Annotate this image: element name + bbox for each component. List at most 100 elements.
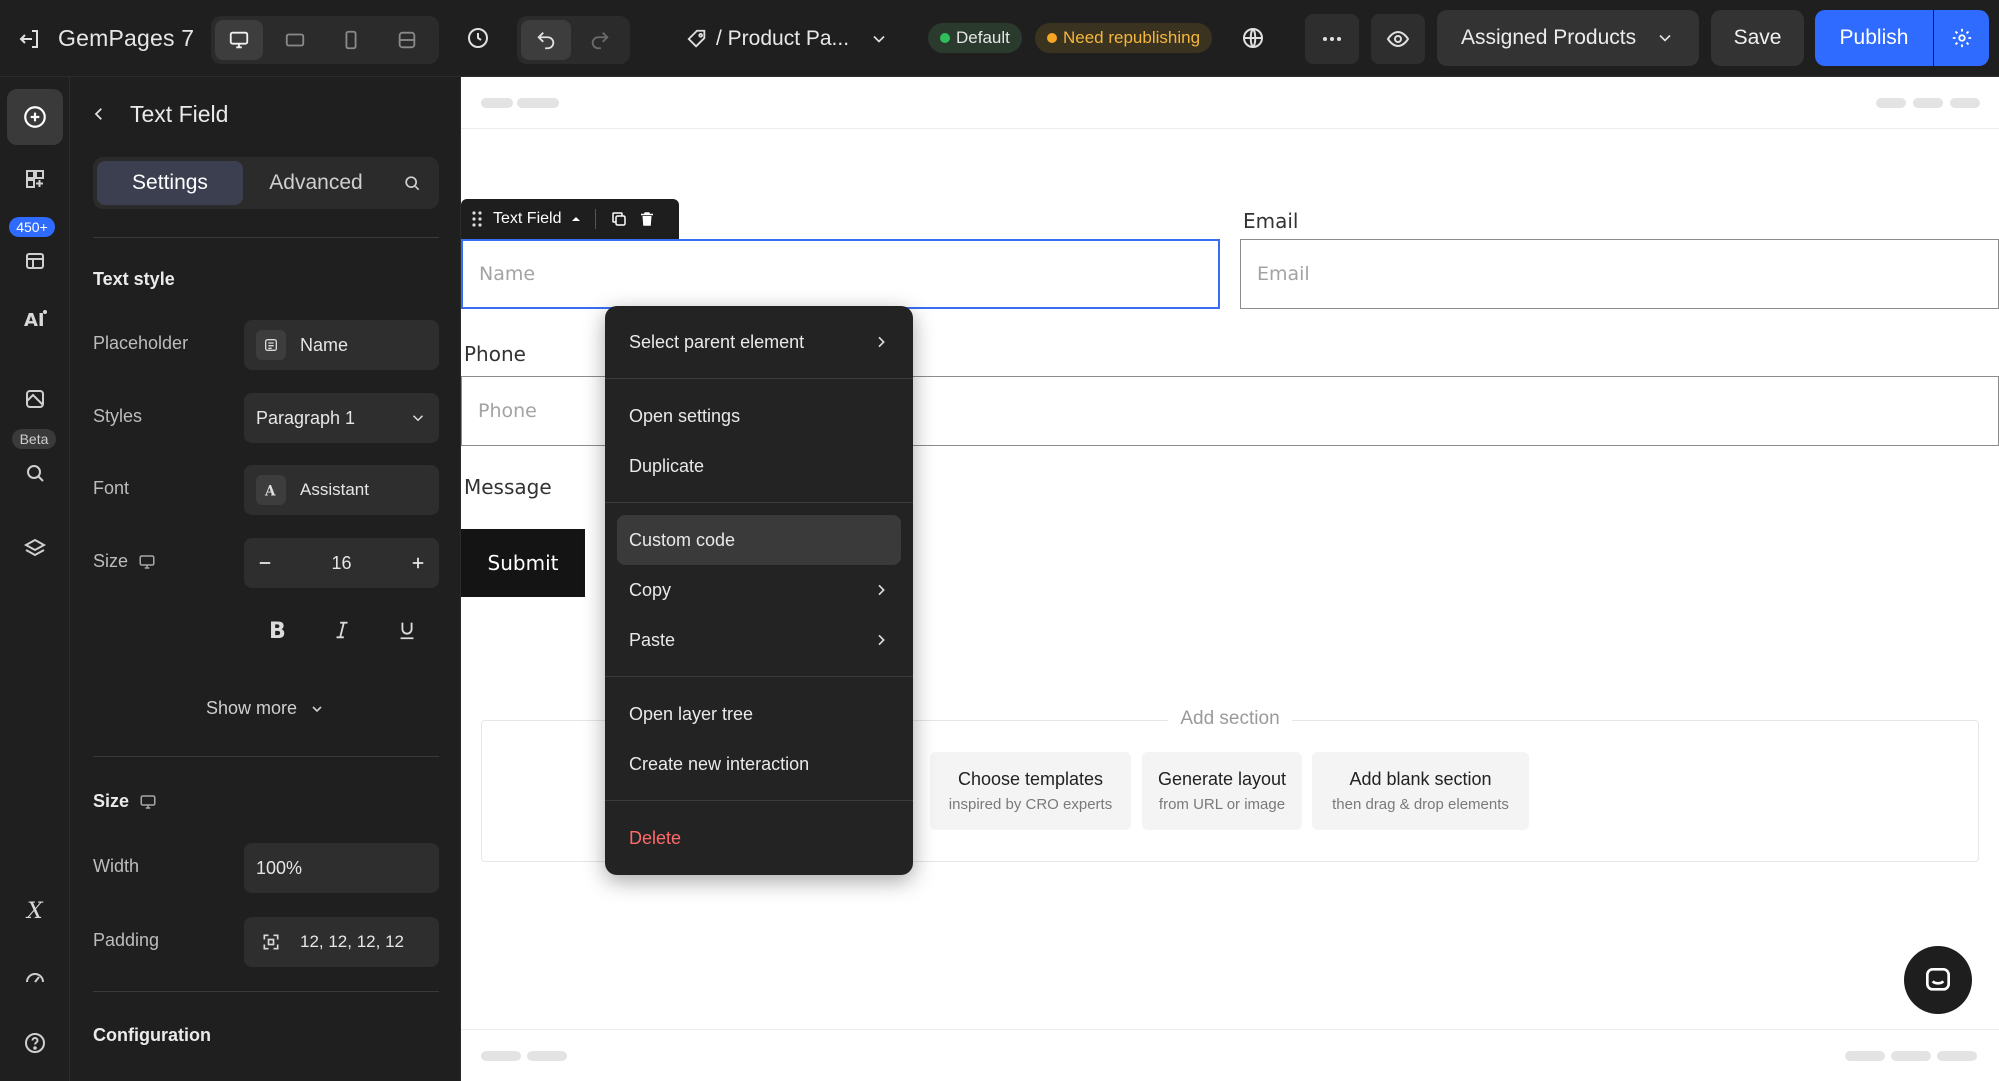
pages-icon[interactable] — [7, 371, 63, 427]
add-element-icon[interactable] — [7, 89, 63, 145]
footer-skeleton — [1891, 1051, 1931, 1061]
left-rail: 450+ AI Beta X — [0, 77, 70, 1081]
menu-item-create-interaction[interactable]: Create new interaction — [617, 739, 901, 789]
menu-separator — [605, 676, 913, 677]
header-skeleton — [481, 98, 513, 108]
name-input[interactable]: Name — [461, 239, 1220, 309]
svg-text:B: B — [269, 619, 286, 642]
section-title-text-style: Text style — [93, 269, 175, 289]
add-blank-section-button[interactable]: Add blank section then drag & drop eleme… — [1312, 752, 1529, 830]
bold-icon[interactable]: B — [266, 618, 288, 642]
menu-item-paste[interactable]: Paste — [617, 615, 901, 665]
underline-icon[interactable] — [396, 618, 418, 642]
undo-icon[interactable] — [521, 20, 571, 60]
header-skeleton — [517, 98, 559, 108]
plus-icon[interactable] — [409, 554, 427, 572]
styles-select[interactable]: Paragraph 1 — [244, 393, 439, 443]
element-toolbar-label[interactable]: Text Field — [493, 210, 561, 228]
menu-item-duplicate[interactable]: Duplicate — [617, 441, 901, 491]
duplicate-icon[interactable] — [610, 210, 628, 228]
email-input[interactable]: Email — [1240, 239, 1999, 309]
chevron-right-icon — [873, 632, 889, 648]
header-skeleton — [1950, 98, 1980, 108]
header-skeleton — [1876, 98, 1906, 108]
caret-up-icon[interactable] — [571, 214, 581, 224]
tag-icon — [686, 28, 708, 50]
width-input[interactable]: 100% — [244, 843, 439, 893]
menu-item-custom-code[interactable]: Custom code — [617, 515, 901, 565]
tablet-landscape-icon[interactable] — [271, 20, 319, 60]
back-chevron-icon[interactable] — [90, 105, 108, 123]
speed-gauge-icon[interactable] — [7, 949, 63, 1005]
undo-redo-group — [517, 16, 630, 64]
redo-icon[interactable] — [575, 20, 625, 60]
desktop-icon[interactable] — [215, 20, 263, 60]
search-icon[interactable] — [389, 161, 435, 205]
layers-icon[interactable] — [7, 521, 63, 577]
settings-panel: Text Field Settings Advanced Text style … — [70, 77, 461, 1081]
menu-item-delete[interactable]: Delete — [617, 813, 901, 863]
padding-label: Padding — [93, 930, 160, 950]
menu-separator — [605, 800, 913, 801]
submit-button[interactable]: Submit — [461, 529, 585, 597]
history-icon[interactable] — [454, 14, 502, 62]
language-icon[interactable] — [1229, 14, 1277, 62]
publish-settings-gear-icon[interactable] — [1934, 10, 1989, 66]
tab-advanced[interactable]: Advanced — [243, 161, 389, 205]
menu-item-select-parent[interactable]: Select parent element — [617, 317, 901, 367]
footer-skeleton — [481, 1051, 521, 1061]
ai-icon[interactable]: AI — [7, 291, 63, 347]
placeholder-field[interactable]: Name — [244, 320, 439, 370]
padding-input[interactable]: 12, 12, 12, 12 — [244, 917, 439, 967]
variables-x-icon[interactable]: X — [7, 882, 63, 938]
chevron-right-icon — [873, 334, 889, 350]
italic-icon[interactable] — [331, 618, 353, 642]
trash-icon[interactable] — [638, 210, 656, 228]
chevron-right-icon — [873, 582, 889, 598]
size-label: Size — [93, 551, 156, 572]
section-title-size: Size — [93, 791, 157, 812]
show-more-button[interactable]: Show more — [70, 698, 461, 719]
menu-item-open-settings[interactable]: Open settings — [617, 391, 901, 441]
svg-text:AI: AI — [24, 310, 45, 331]
interactions-icon[interactable] — [7, 431, 63, 487]
elements-grid-icon[interactable] — [7, 151, 63, 207]
device-switcher — [211, 16, 439, 64]
more-options-icon[interactable] — [1305, 14, 1359, 64]
footer-skeleton — [1845, 1051, 1885, 1061]
menu-separator — [605, 378, 913, 379]
minus-icon[interactable] — [256, 554, 274, 572]
toolbar-divider — [595, 209, 597, 229]
menu-separator — [605, 502, 913, 503]
drag-handle-icon[interactable] — [471, 210, 483, 228]
width-label: Width — [93, 856, 140, 876]
tab-settings[interactable]: Settings — [97, 161, 243, 205]
footer-skeleton — [527, 1051, 567, 1061]
phone-label: Phone — [464, 342, 526, 366]
menu-item-copy[interactable]: Copy — [617, 565, 901, 615]
mobile-icon[interactable] — [327, 20, 375, 60]
help-icon[interactable] — [7, 1015, 63, 1071]
preview-eye-icon[interactable] — [1371, 14, 1425, 64]
status-badge-republish: Need republishing — [1035, 23, 1213, 53]
footer-skeleton — [1937, 1051, 1977, 1061]
generate-layout-button[interactable]: Generate layout from URL or image — [1142, 752, 1302, 830]
responsive-icon[interactable] — [383, 20, 431, 60]
exit-icon[interactable] — [18, 27, 42, 51]
save-button[interactable]: Save — [1711, 10, 1804, 66]
assigned-products-button[interactable]: Assigned Products — [1437, 10, 1699, 66]
font-select[interactable]: A Assistant — [244, 465, 439, 515]
brand: GemPages 7 — [18, 0, 194, 77]
chevron-down-icon — [409, 409, 427, 427]
panel-tabs: Settings Advanced — [93, 157, 439, 209]
page-selector[interactable]: / Product Pa... — [686, 0, 889, 77]
context-menu: Select parent element Open settings Dupl… — [605, 306, 913, 875]
choose-templates-button[interactable]: Choose templates inspired by CRO experts — [930, 752, 1131, 830]
font-size-value[interactable]: 16 — [331, 553, 351, 574]
templates-icon[interactable] — [7, 223, 63, 279]
top-bar: GemPages 7 / Product Pa... Default Need … — [0, 0, 1999, 77]
desktop-small-icon — [139, 793, 157, 811]
chat-support-icon[interactable] — [1904, 946, 1972, 1014]
publish-button[interactable]: Publish — [1815, 10, 1933, 66]
menu-item-open-layer-tree[interactable]: Open layer tree — [617, 689, 901, 739]
